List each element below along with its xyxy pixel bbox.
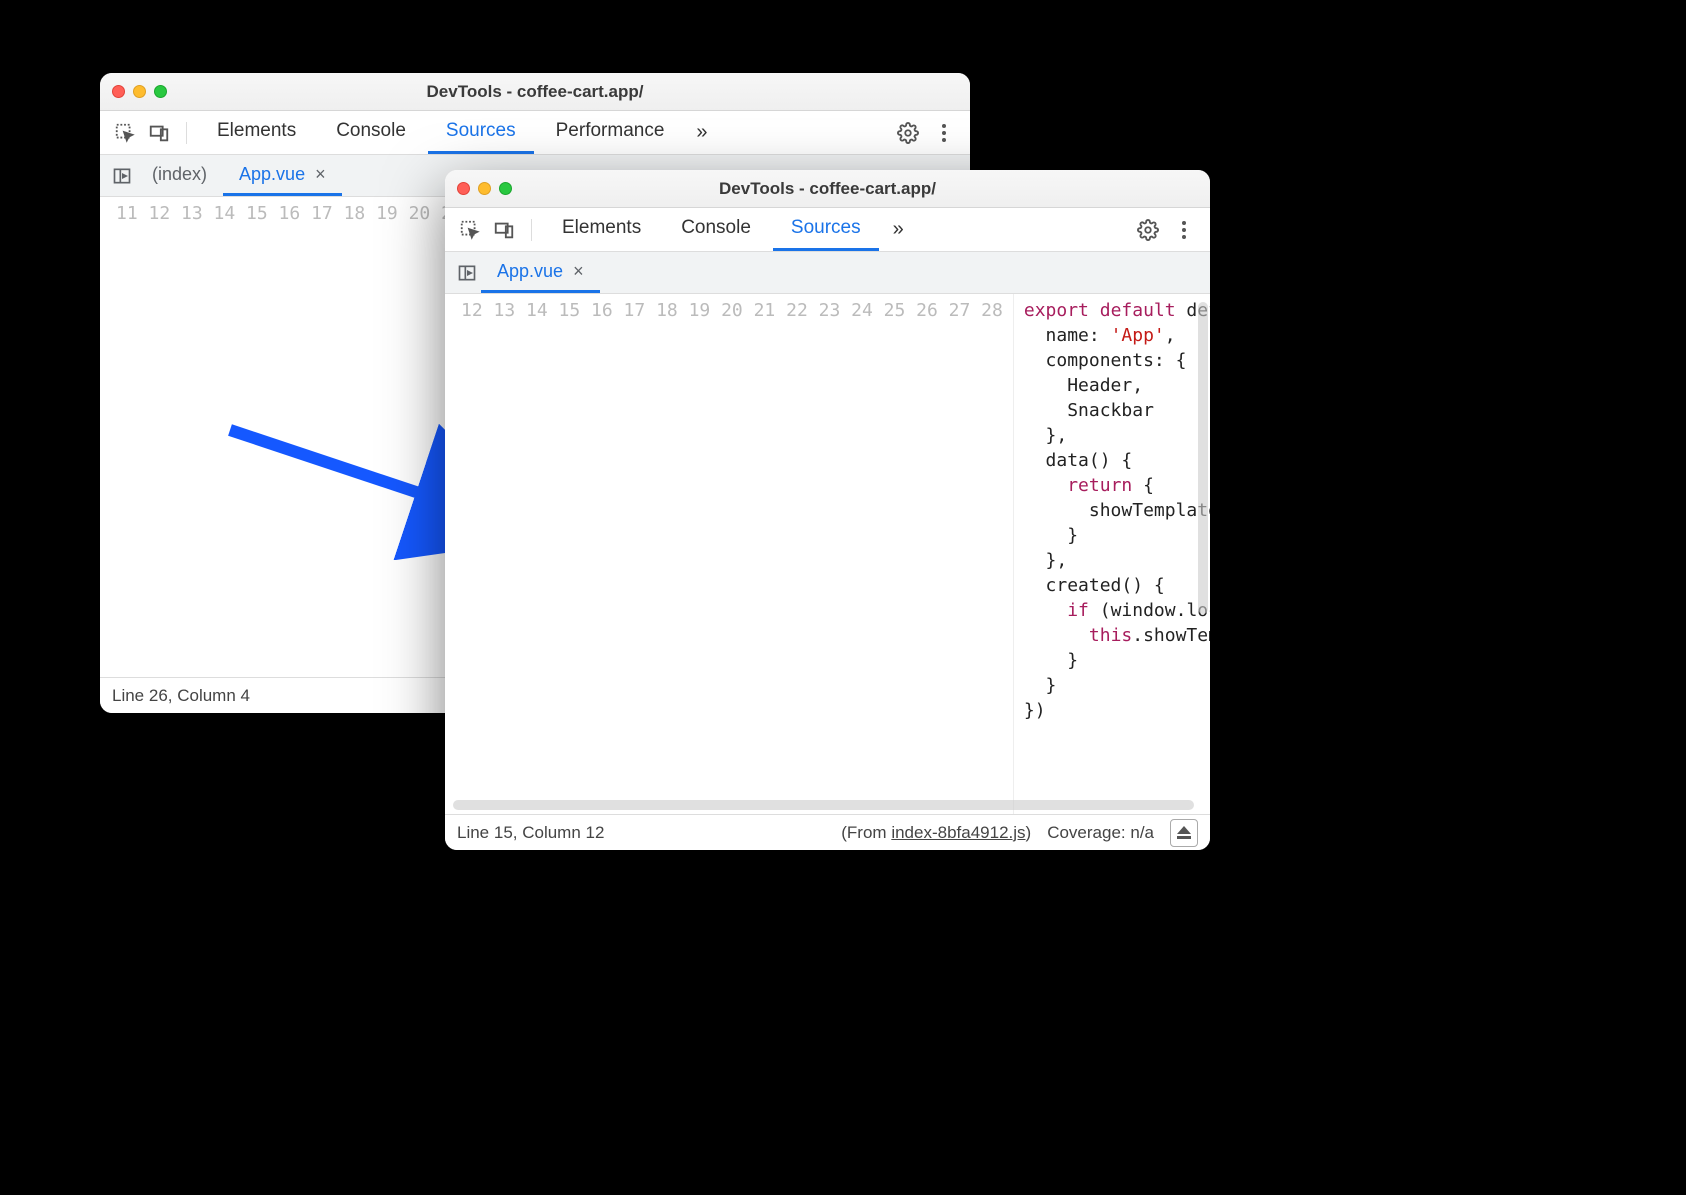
panel-tabs: Elements Console Sources Performance xyxy=(199,111,682,154)
window-title: DevTools - coffee-cart.app/ xyxy=(100,82,970,102)
file-tab-label: App.vue xyxy=(239,164,305,185)
kebab-menu-icon[interactable] xyxy=(1168,220,1200,240)
tab-elements[interactable]: Elements xyxy=(199,111,314,154)
show-drawer-icon[interactable] xyxy=(1170,819,1198,847)
coverage-status: Coverage: n/a xyxy=(1047,823,1154,843)
close-window-button[interactable] xyxy=(112,85,125,98)
file-tab-label: App.vue xyxy=(497,261,563,282)
separator xyxy=(531,219,532,241)
line-gutter: 12 13 14 15 16 17 18 19 20 21 22 23 24 2… xyxy=(445,294,1014,814)
window-title: DevTools - coffee-cart.app/ xyxy=(445,179,1210,199)
zoom-window-button[interactable] xyxy=(499,182,512,195)
close-tab-icon[interactable]: × xyxy=(315,164,326,185)
main-toolbar: Elements Console Sources Performance » xyxy=(100,111,970,155)
source-map-from: (From index-8bfa4912.js) xyxy=(841,823,1031,843)
close-window-button[interactable] xyxy=(457,182,470,195)
tab-console[interactable]: Console xyxy=(663,208,769,251)
minimize-window-button[interactable] xyxy=(133,85,146,98)
source-map-file-link[interactable]: index-8bfa4912.js xyxy=(891,823,1025,842)
tabs-overflow-button[interactable]: » xyxy=(686,121,717,144)
inspect-element-icon[interactable] xyxy=(110,118,140,148)
panel-tabs: Elements Console Sources xyxy=(544,208,879,251)
file-tab-label: (index) xyxy=(152,164,207,185)
navigator-toggle-icon[interactable] xyxy=(453,259,481,287)
scrollbar-vertical[interactable] xyxy=(1198,302,1208,614)
status-bar: Line 15, Column 12 (From index-8bfa4912.… xyxy=(445,814,1210,850)
file-tab-index[interactable]: (index) xyxy=(136,155,223,196)
device-toolbar-icon[interactable] xyxy=(489,215,519,245)
settings-gear-icon[interactable] xyxy=(1132,219,1164,241)
tab-sources[interactable]: Sources xyxy=(773,208,879,251)
file-tab-app-vue[interactable]: App.vue × xyxy=(481,252,600,293)
code-editor[interactable]: 12 13 14 15 16 17 18 19 20 21 22 23 24 2… xyxy=(445,294,1210,814)
close-tab-icon[interactable]: × xyxy=(573,261,584,282)
titlebar[interactable]: DevTools - coffee-cart.app/ xyxy=(445,170,1210,208)
tab-performance[interactable]: Performance xyxy=(538,111,683,154)
tab-sources[interactable]: Sources xyxy=(428,111,534,154)
navigator-toggle-icon[interactable] xyxy=(108,162,136,190)
inspect-element-icon[interactable] xyxy=(455,215,485,245)
main-toolbar: Elements Console Sources » xyxy=(445,208,1210,252)
titlebar[interactable]: DevTools - coffee-cart.app/ xyxy=(100,73,970,111)
minimize-window-button[interactable] xyxy=(478,182,491,195)
tabs-overflow-button[interactable]: » xyxy=(883,218,914,241)
code-content[interactable]: export default defineComponent({ name: '… xyxy=(1014,294,1210,814)
from-suffix: ) xyxy=(1026,823,1032,842)
tab-console[interactable]: Console xyxy=(318,111,424,154)
file-tab-app-vue[interactable]: App.vue × xyxy=(223,155,342,196)
separator xyxy=(186,122,187,144)
from-prefix: (From xyxy=(841,823,891,842)
scrollbar-horizontal[interactable] xyxy=(453,800,1194,810)
devtools-window-front: DevTools - coffee-cart.app/ Elements Con… xyxy=(445,170,1210,850)
kebab-menu-icon[interactable] xyxy=(928,123,960,143)
file-tabs: App.vue × xyxy=(445,252,1210,294)
device-toolbar-icon[interactable] xyxy=(144,118,174,148)
settings-gear-icon[interactable] xyxy=(892,122,924,144)
cursor-position: Line 26, Column 4 xyxy=(112,686,250,706)
traffic-lights xyxy=(457,182,512,195)
traffic-lights xyxy=(112,85,167,98)
tab-elements[interactable]: Elements xyxy=(544,208,659,251)
zoom-window-button[interactable] xyxy=(154,85,167,98)
cursor-position: Line 15, Column 12 xyxy=(457,823,604,843)
